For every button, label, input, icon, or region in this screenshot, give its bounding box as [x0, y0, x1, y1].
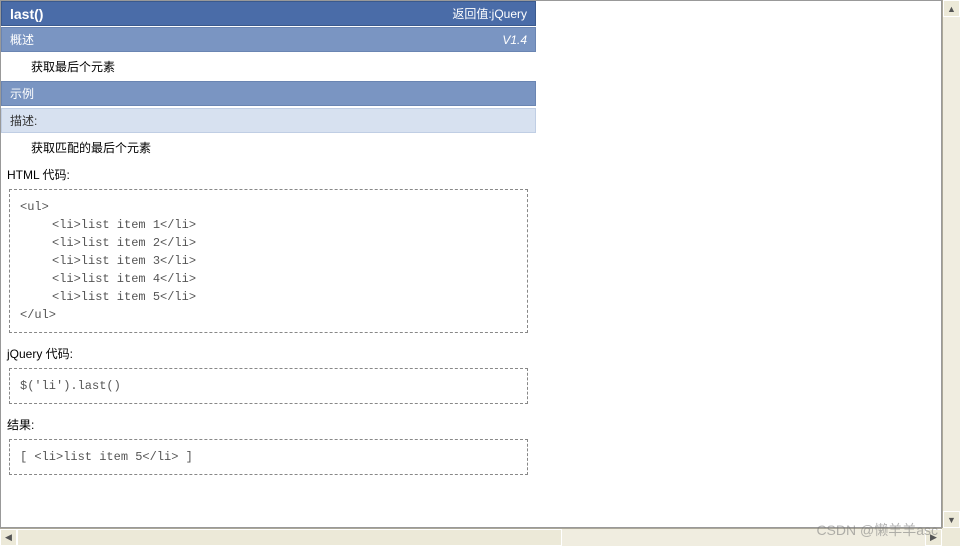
code-line: <li>list item 5</li>	[20, 288, 517, 306]
api-return: 返回值:jQuery	[452, 5, 527, 22]
overview-bar: 概述 V1.4	[1, 27, 536, 52]
overview-text: 获取最后个元素	[1, 52, 536, 81]
example-label: 示例	[10, 87, 34, 101]
result-code-box: [ <li>list item 5</li> ]	[9, 439, 528, 475]
horizontal-scrollbar[interactable]	[0, 528, 942, 546]
code-line: <ul>	[20, 200, 49, 214]
hscroll-track[interactable]	[17, 529, 925, 546]
html-code-label: HTML 代码:	[1, 162, 536, 187]
desc-heading: 描述:	[1, 108, 536, 133]
code-line: <li>list item 3</li>	[20, 252, 517, 270]
scroll-left-arrow-icon[interactable]	[0, 529, 17, 546]
scroll-up-arrow-icon[interactable]	[943, 0, 960, 17]
vscroll-track[interactable]	[943, 17, 960, 511]
code-line: </ul>	[20, 308, 56, 322]
overview-label: 概述	[10, 31, 34, 48]
example-bar: 示例	[1, 81, 536, 106]
vertical-scrollbar[interactable]	[942, 0, 960, 528]
code-line: <li>list item 4</li>	[20, 270, 517, 288]
code-line: <li>list item 1</li>	[20, 216, 517, 234]
scroll-down-arrow-icon[interactable]	[943, 511, 960, 528]
document-viewport: last() 返回值:jQuery 概述 V1.4 获取最后个元素 示例 描述:…	[0, 0, 942, 528]
jquery-code-label: jQuery 代码:	[1, 341, 536, 366]
version-label: V1.4	[502, 33, 527, 47]
scroll-corner	[942, 528, 960, 546]
doc-content: last() 返回值:jQuery 概述 V1.4 获取最后个元素 示例 描述:…	[1, 1, 536, 475]
html-code-box: <ul> <li>list item 1</li><li>list item 2…	[9, 189, 528, 333]
api-title: last()	[10, 6, 43, 22]
hscroll-thumb[interactable]	[17, 529, 562, 546]
result-label: 结果:	[1, 412, 536, 437]
api-header: last() 返回值:jQuery	[1, 1, 536, 26]
scroll-right-arrow-icon[interactable]	[925, 529, 942, 546]
code-line: <li>list item 2</li>	[20, 234, 517, 252]
desc-text: 获取匹配的最后个元素	[1, 133, 536, 162]
jquery-code-box: $('li').last()	[9, 368, 528, 404]
